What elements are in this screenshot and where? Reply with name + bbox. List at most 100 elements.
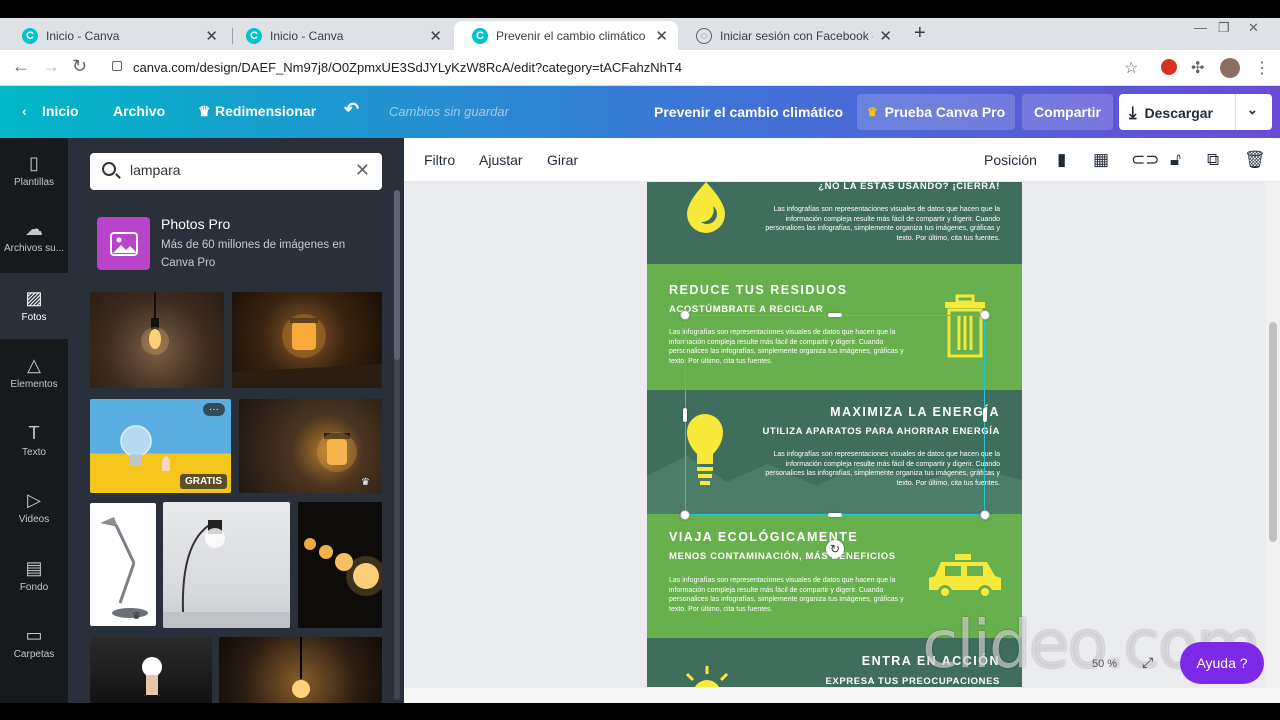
new-tab-icon[interactable]: + <box>914 22 926 45</box>
resize-handle-top-right[interactable] <box>980 310 990 320</box>
forward-icon[interactable]: → <box>42 56 60 77</box>
download-divider <box>1235 94 1236 130</box>
close-icon[interactable]: ✕ <box>655 27 668 45</box>
search-input[interactable] <box>130 162 350 178</box>
rail-item-label: Elementos <box>10 379 58 390</box>
close-icon[interactable]: ✕ <box>879 27 892 45</box>
help-button[interactable]: Ayuda ? <box>1180 642 1264 684</box>
filter-button[interactable]: Filtro <box>424 152 455 168</box>
image-toolbar: Filtro Ajustar Girar Posición ▮ ▦ ⊂⊃ 🔓︎ … <box>404 138 1280 182</box>
rail-item-plantillas[interactable]: ▯ Plantillas <box>0 138 68 204</box>
photo-thumbnail-floor-lamp[interactable] <box>163 502 290 628</box>
download-icon: ⤓ <box>1129 103 1137 122</box>
document-title[interactable]: Prevenir el cambio climático <box>654 104 843 120</box>
home-chevron-icon[interactable]: ‹ <box>22 103 27 119</box>
resize-handle-top[interactable] <box>828 313 842 317</box>
resize-handle-top-left[interactable] <box>680 310 690 320</box>
photos-pro-banner[interactable]: Photos Pro Más de 60 millones de imágene… <box>97 214 387 274</box>
extension-icon[interactable] <box>1161 59 1177 75</box>
photo-thumbnail-bulb-dark[interactable] <box>90 292 224 388</box>
panel-scrollbar-thumb[interactable] <box>394 190 400 360</box>
browser-tab-3-active[interactable]: C Prevenir el cambio climático - Inf ✕ <box>454 21 678 50</box>
rail-item-videos[interactable]: ▷ Videos <box>0 475 68 541</box>
resize-handle-right[interactable] <box>983 408 987 422</box>
canvas-scrollbar[interactable] <box>1266 182 1280 703</box>
share-button[interactable]: Compartir <box>1022 94 1113 130</box>
profile-avatar[interactable] <box>1220 58 1240 78</box>
photo-thumbnail-bulbs-row[interactable] <box>298 502 382 628</box>
position-button[interactable]: Posición <box>984 152 1037 168</box>
file-menu[interactable]: Archivo <box>113 103 165 119</box>
browser-tab-4[interactable]: ◌ Iniciar sesión con Facebook - Zoo ✕ <box>678 21 902 50</box>
chevron-down-icon[interactable]: ⌄ <box>1247 102 1258 118</box>
extensions-puzzle-icon[interactable]: ✣ <box>1191 58 1204 78</box>
paint-roller-icon[interactable]: ▮ <box>1057 150 1066 170</box>
selection-box[interactable] <box>685 315 985 515</box>
photo-thumbnail-bulb-yellow[interactable]: ··· GRATIS <box>90 399 231 493</box>
section-close[interactable]: ¿NO LA ESTÁS USANDO? ¡CIERRA! Las infogr… <box>647 182 1022 264</box>
rail-item-fondo[interactable]: ▤ Fondo <box>0 543 68 609</box>
rotate-handle-icon[interactable]: ↻ <box>826 540 844 558</box>
browser-menu-icon[interactable]: ⋮ <box>1254 58 1270 78</box>
photo-thumbnail-desk-lamp[interactable]: ♛ <box>90 503 156 626</box>
canva-favicon-icon: C <box>246 27 262 44</box>
browser-tab-2[interactable]: C Inicio - Canva ✕ <box>228 21 452 50</box>
restore-icon[interactable]: ❐ <box>1218 20 1230 36</box>
canvas-horizontal-scrollbar[interactable] <box>404 688 1280 703</box>
window-close-icon[interactable]: ✕ <box>1248 20 1259 36</box>
free-badge: GRATIS <box>179 474 227 489</box>
rail-item-fotos[interactable]: ▨ Fotos <box>0 273 68 339</box>
photos-icon: ▨ <box>25 288 43 308</box>
rail-item-archivos-su[interactable]: ☁ Archivos su... <box>0 204 68 270</box>
rail-item-carpetas[interactable]: ▭ Carpetas <box>0 610 68 676</box>
minimize-icon[interactable]: — <box>1194 20 1207 35</box>
adjust-button[interactable]: Ajustar <box>479 152 523 168</box>
try-pro-button[interactable]: ♛ Prueba Canva Pro <box>857 94 1015 130</box>
transparency-icon[interactable]: ▦ <box>1093 150 1109 170</box>
section-subtitle: ACOSTÚMBRATE A RECICLAR <box>669 304 824 315</box>
rail-item-elementos[interactable]: △ Elementos <box>0 340 68 406</box>
link-icon[interactable]: ⊂⊃ <box>1131 150 1160 170</box>
resize-handle-bottom[interactable] <box>828 513 842 517</box>
download-button[interactable]: ⤓ Descargar ⌄ <box>1119 94 1272 130</box>
resize-handle-left[interactable] <box>683 408 687 422</box>
photo-thumbnail-lantern-cave[interactable]: ♛ <box>239 399 382 493</box>
pro-crown-icon: ♛ <box>132 611 141 622</box>
close-icon[interactable]: ✕ <box>205 27 218 45</box>
resize-handle-bottom-right[interactable] <box>980 510 990 520</box>
panel-scrollbar[interactable] <box>394 190 400 700</box>
fullscreen-icon[interactable]: ⤢ <box>1142 654 1153 671</box>
resize-handle-bottom-left[interactable] <box>680 510 690 520</box>
photos-pro-description: Más de 60 millones de imágenes en Canva … <box>161 239 346 269</box>
duplicate-icon[interactable]: ⧉ <box>1207 150 1219 170</box>
canvas-scrollbar-thumb[interactable] <box>1269 322 1277 542</box>
try-pro-label: Prueba Canva Pro <box>884 104 1006 120</box>
tab-title: Iniciar sesión con Facebook - Zoo <box>720 28 873 43</box>
undo-icon[interactable]: ↶ <box>344 99 359 120</box>
reload-icon[interactable]: ↻ <box>72 56 87 77</box>
browser-toolbar: ← → ↻ canva.com/design/DAEF_Nm97j8/O0Zpm… <box>0 50 1280 86</box>
lock-icon <box>112 61 122 71</box>
back-icon[interactable]: ← <box>12 56 30 77</box>
photo-thumbnail-hand-bulb[interactable] <box>90 637 212 703</box>
photo-thumbnail-bulbs-hanging[interactable] <box>219 637 382 703</box>
clear-search-icon[interactable]: ✕ <box>355 160 370 181</box>
side-rail: ▯ Plantillas ☁ Archivos su... ▨ Fotos △ Element… <box>0 138 68 703</box>
bookmark-star-icon[interactable]: ☆ <box>1124 58 1138 78</box>
url-bar[interactable]: canva.com/design/DAEF_Nm97j8/O0ZpmxUE3Sd… <box>133 60 682 75</box>
more-options-icon[interactable]: ··· <box>203 403 225 416</box>
resize-button[interactable]: Redimensionar <box>215 103 316 119</box>
delete-icon[interactable]: 🗑︎ <box>1244 150 1266 170</box>
lock-element-icon[interactable]: 🔓︎ <box>1170 150 1181 170</box>
videos-icon: ▷ <box>27 490 41 510</box>
browser-tab-1[interactable]: C Inicio - Canva ✕ <box>4 21 228 50</box>
zoom-level[interactable]: 50 % <box>1092 658 1117 670</box>
rail-item-texto[interactable]: T Texto <box>0 408 68 474</box>
photo-search-box[interactable]: ✕ <box>90 153 382 190</box>
flip-button[interactable]: Girar <box>547 152 578 168</box>
photo-thumbnail-lantern-floor[interactable] <box>232 292 382 388</box>
close-icon[interactable]: ✕ <box>429 27 442 45</box>
pro-crown-icon: ♛ <box>361 477 370 488</box>
globe-icon: ◌ <box>696 27 712 44</box>
home-link[interactable]: Inicio <box>42 103 79 119</box>
